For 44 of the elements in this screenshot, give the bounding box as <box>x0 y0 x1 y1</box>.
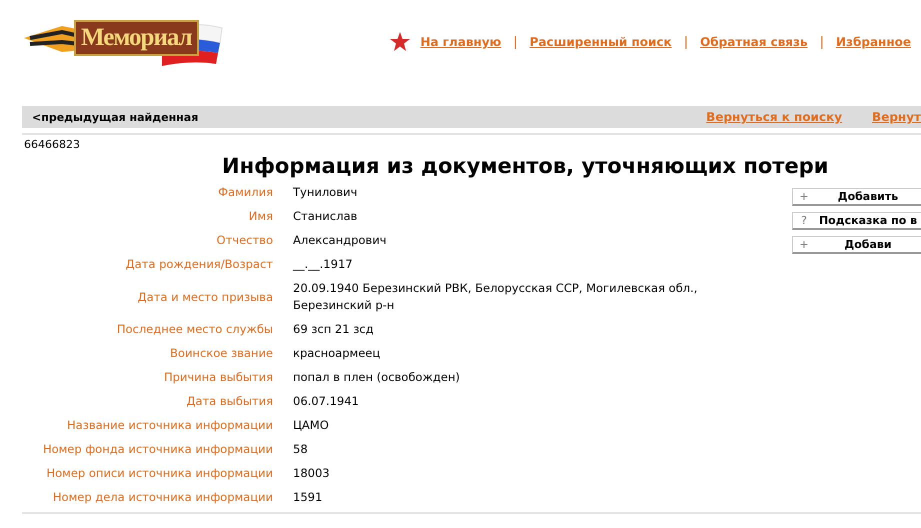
field-value: 20.09.1940 Березинский РВК, Белорусская ССР, Могилевская обл., Березинский р-н <box>293 280 698 314</box>
side-button[interactable]: + Добави <box>792 236 921 254</box>
back-link[interactable]: Вернут <box>872 110 921 124</box>
field-value: 69 зсп 21 зсд <box>293 321 375 338</box>
previous-link[interactable]: <предыдущая найденная <box>32 110 198 124</box>
field-label: Номер описи источника информации <box>46 465 273 482</box>
side-button[interactable]: ? Подсказка по в <box>792 212 921 230</box>
field-value: Александрович <box>293 232 388 249</box>
nav-link[interactable]: Избранное <box>836 35 911 49</box>
field-value: Тунилович <box>293 184 358 201</box>
field-label: Дата выбытия <box>185 393 273 410</box>
field-value: 58 <box>293 441 309 458</box>
field-value: 06.07.1941 <box>293 393 360 410</box>
field-label: Причина выбытия <box>162 369 273 386</box>
nav-link[interactable]: На главную <box>420 35 502 49</box>
nav-separator: | <box>820 34 824 50</box>
field-value: красноармеец <box>293 345 382 362</box>
field-label: Воинское звание <box>169 345 273 362</box>
nav-separator: | <box>684 34 688 50</box>
back-link[interactable]: Вернуться к поиску <box>706 110 842 124</box>
field-label: Отчество <box>216 232 273 249</box>
page-title: Информация из документов, уточняющих потери <box>222 154 830 178</box>
field-label: Дата и место призыва <box>136 288 273 306</box>
record-id: 66466823 <box>24 138 81 151</box>
nav-link[interactable]: Обратная связь <box>700 35 808 49</box>
field-label: Номер фонда источника информации <box>42 441 273 458</box>
field-value: 1591 <box>293 489 324 506</box>
field-label: Последнее место службы <box>116 321 273 338</box>
nav-separator: | <box>513 34 518 50</box>
field-label: Фамилия <box>217 184 273 201</box>
field-label: Имя <box>248 208 273 225</box>
star-icon <box>390 32 410 52</box>
nav-link[interactable]: Расширенный поиск <box>530 35 672 49</box>
field-label: Номер дела источника информации <box>52 489 273 506</box>
side-button[interactable]: + Добавить <box>792 188 921 206</box>
field-value: ЦАМО <box>293 417 330 434</box>
field-value: 18003 <box>293 465 331 482</box>
logo[interactable]: Мемориал <box>22 8 228 68</box>
field-value: __.__.1917 <box>293 256 354 273</box>
field-value: попал в плен (освобожден) <box>293 369 461 386</box>
field-label: Название источника информации <box>66 417 273 434</box>
field-value: Станислав <box>293 208 358 225</box>
logo-text: Мемориал <box>74 20 199 56</box>
field-label: Дата рождения/Возраст <box>124 256 273 273</box>
